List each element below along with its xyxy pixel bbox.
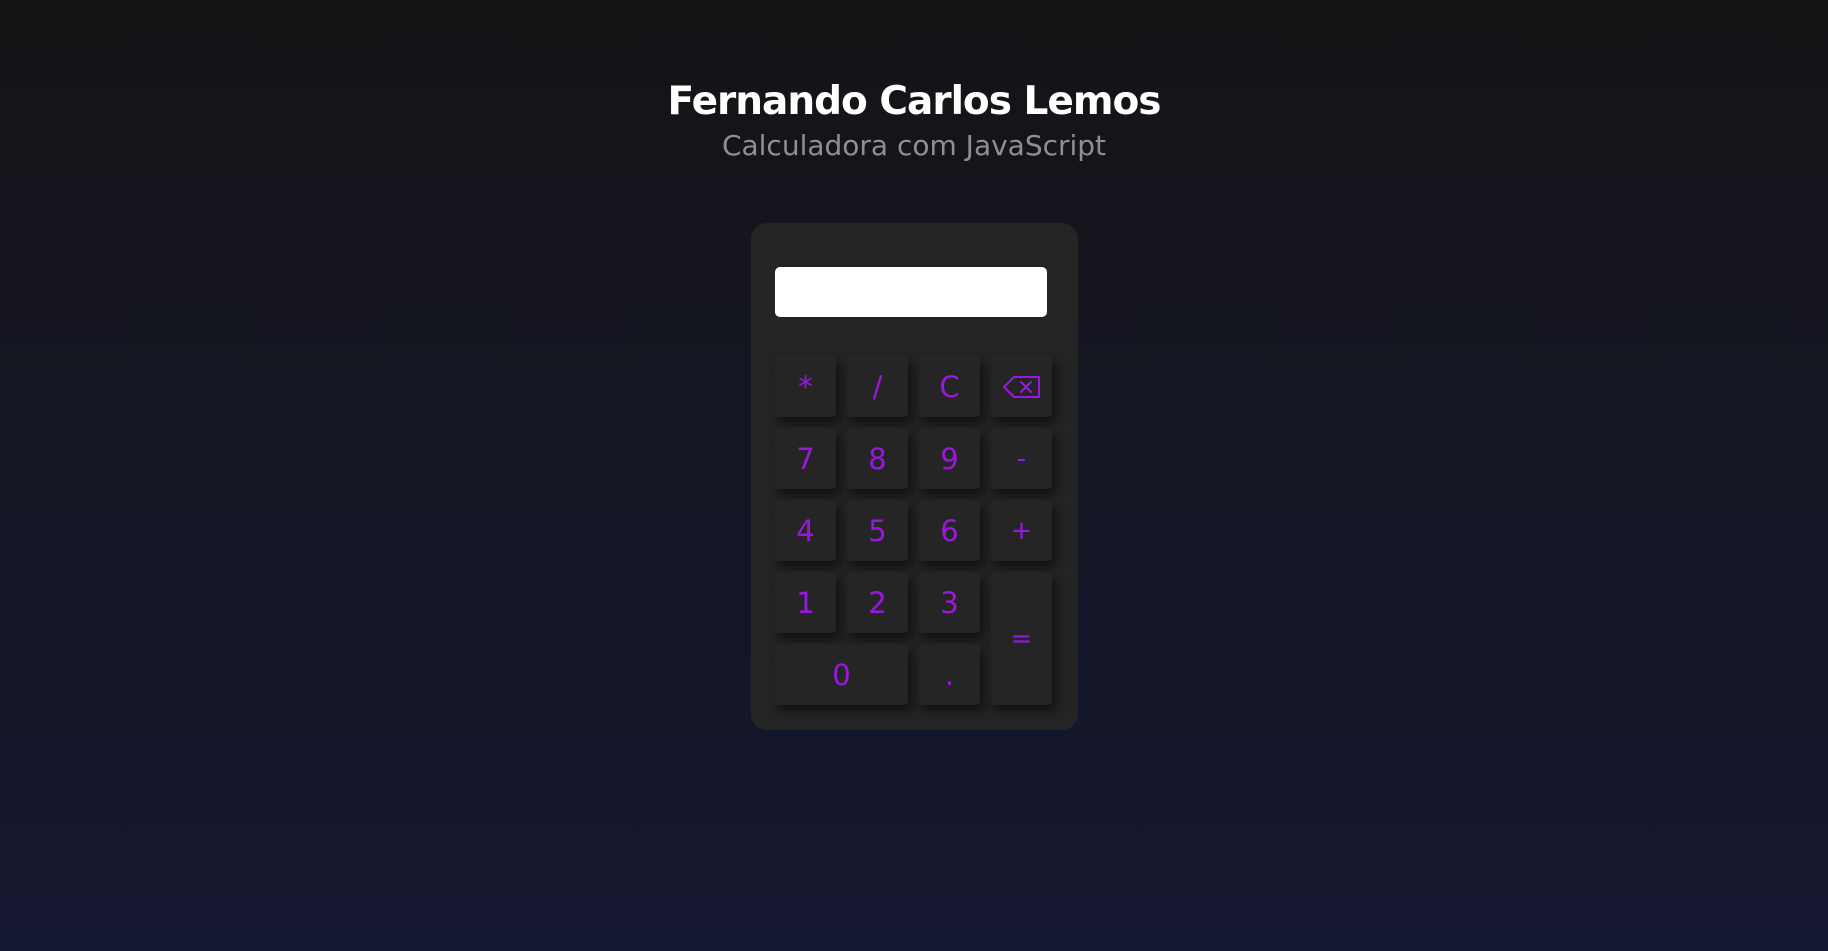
one-label: 1 bbox=[796, 585, 815, 620]
seven-label: 7 bbox=[796, 441, 815, 476]
page-title: Fernando Carlos Lemos bbox=[667, 79, 1162, 124]
two-button[interactable]: 2 bbox=[847, 572, 908, 633]
eight-button[interactable]: 8 bbox=[847, 428, 908, 489]
plus-label: + bbox=[1010, 515, 1033, 546]
three-label: 3 bbox=[940, 585, 959, 620]
two-label: 2 bbox=[868, 585, 887, 620]
divide-label: / bbox=[872, 369, 883, 404]
six-button[interactable]: 6 bbox=[919, 500, 980, 561]
decimal-button[interactable]: . bbox=[919, 644, 980, 705]
seven-button[interactable]: 7 bbox=[775, 428, 836, 489]
backspace-icon bbox=[1002, 375, 1042, 399]
eight-label: 8 bbox=[868, 441, 887, 476]
equals-button[interactable]: = bbox=[991, 572, 1052, 705]
three-button[interactable]: 3 bbox=[919, 572, 980, 633]
calculator: * / C 7 8 9 - 4 5 6 + 1 2 3 = 0 . bbox=[751, 223, 1078, 730]
one-button[interactable]: 1 bbox=[775, 572, 836, 633]
clear-label: C bbox=[939, 369, 960, 404]
equals-label: = bbox=[1010, 623, 1033, 654]
zero-label: 0 bbox=[832, 657, 851, 692]
zero-button[interactable]: 0 bbox=[775, 644, 908, 705]
four-label: 4 bbox=[796, 513, 815, 548]
five-button[interactable]: 5 bbox=[847, 500, 908, 561]
six-label: 6 bbox=[940, 513, 959, 548]
page-subtitle: Calculadora com JavaScript bbox=[721, 129, 1107, 162]
five-label: 5 bbox=[868, 513, 887, 548]
multiply-button[interactable]: * bbox=[775, 356, 836, 417]
nine-button[interactable]: 9 bbox=[919, 428, 980, 489]
four-button[interactable]: 4 bbox=[775, 500, 836, 561]
plus-button[interactable]: + bbox=[991, 500, 1052, 561]
multiply-label: * bbox=[798, 369, 813, 404]
nine-label: 9 bbox=[940, 441, 959, 476]
minus-label: - bbox=[1016, 443, 1027, 474]
page-header: Fernando Carlos Lemos Calculadora com Ja… bbox=[0, 76, 1828, 166]
decimal-label: . bbox=[944, 657, 955, 692]
divide-button[interactable]: / bbox=[847, 356, 908, 417]
minus-button[interactable]: - bbox=[991, 428, 1052, 489]
clear-button[interactable]: C bbox=[919, 356, 980, 417]
backspace-button[interactable] bbox=[991, 356, 1052, 417]
calculator-display[interactable] bbox=[775, 267, 1047, 317]
